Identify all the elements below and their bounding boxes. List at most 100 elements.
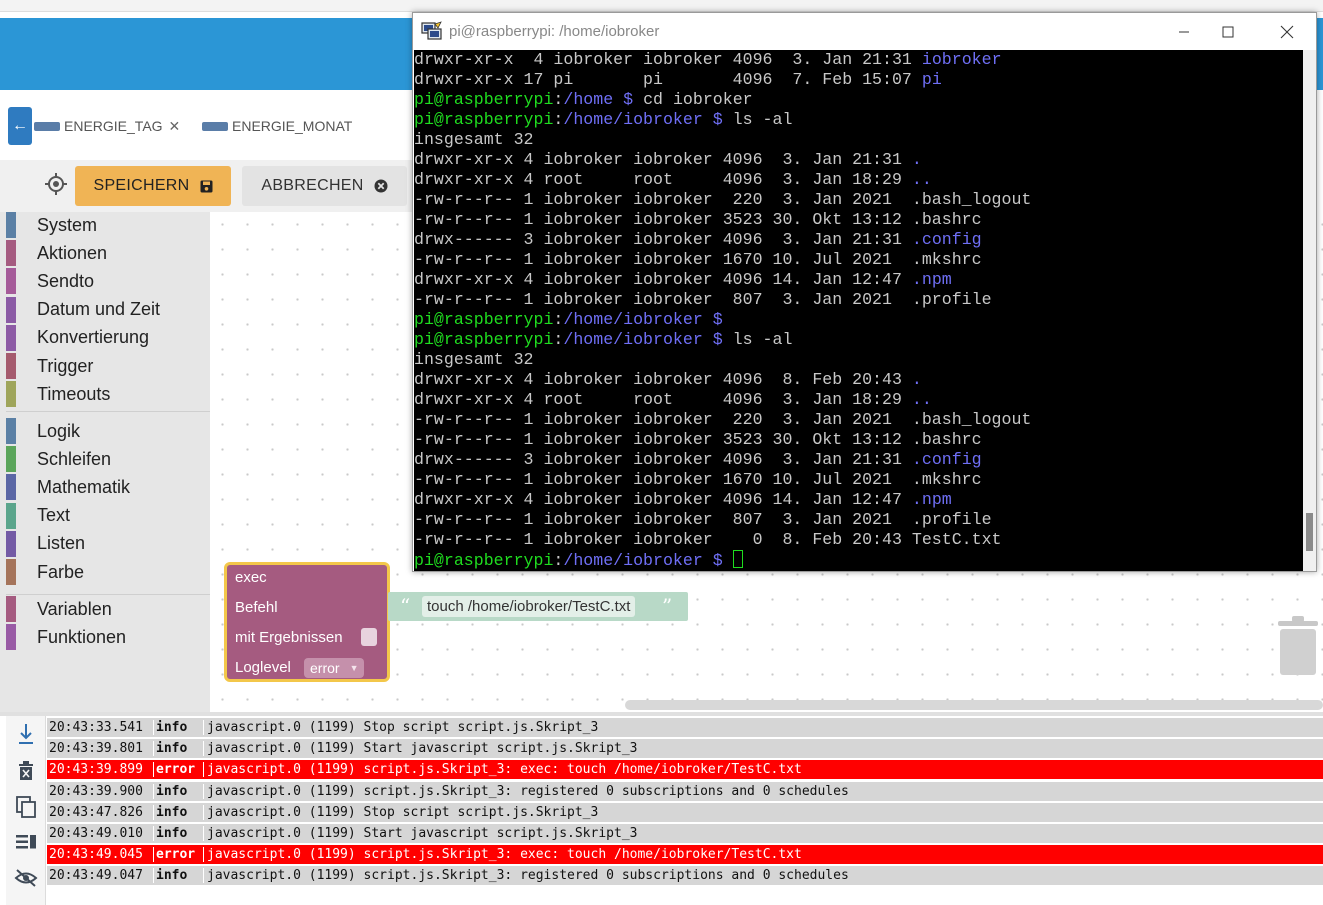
log-level: info bbox=[153, 783, 203, 799]
category-sendto[interactable]: Sendto bbox=[6, 268, 95, 295]
exec-block[interactable]: exec Befehl mit Ergebnissen Loglevel err… bbox=[224, 562, 390, 682]
category-label: Listen bbox=[37, 533, 86, 554]
terminal-line: drwx------ 3 iobroker iobroker 4096 3. J… bbox=[414, 230, 1031, 250]
category-timeouts[interactable]: Timeouts bbox=[6, 381, 110, 408]
category-label: Konvertierung bbox=[37, 327, 150, 348]
hide-icon[interactable] bbox=[12, 864, 40, 892]
terminal-text: : bbox=[553, 551, 564, 570]
log-message: javascript.0 (1199) script.js.Skript_3: … bbox=[203, 847, 1323, 863]
close-button[interactable] bbox=[1264, 19, 1310, 45]
terminal-line: drwxr-xr-x 4 iobroker iobroker 4096 3. J… bbox=[414, 150, 1031, 170]
category-label: Datum und Zeit bbox=[37, 299, 161, 320]
scroll-down-icon[interactable] bbox=[12, 720, 40, 748]
category-listen[interactable]: Listen bbox=[6, 530, 86, 557]
terminal-text: -rw-r--r-- 1 iobroker iobroker 220 3. Ja… bbox=[414, 190, 1032, 209]
category-label: Sendto bbox=[37, 270, 95, 291]
close-icon[interactable]: ✕ bbox=[169, 118, 181, 135]
clear-log-icon[interactable] bbox=[12, 757, 40, 785]
category-logik[interactable]: Logik bbox=[6, 418, 80, 444]
terminal-text: : bbox=[553, 110, 564, 129]
terminal-text: .npm bbox=[911, 490, 952, 509]
terminal-titlebar[interactable]: pi@raspberrypi: /home/iobroker bbox=[413, 13, 1316, 50]
terminal-text: drwxr-xr-x 4 iobroker iobroker 4096 3. J… bbox=[414, 50, 922, 69]
save-button[interactable]: SPEICHERN bbox=[75, 166, 231, 206]
terminal-text: iobroker bbox=[921, 50, 1002, 69]
terminal-text: pi@raspberrypi bbox=[414, 310, 554, 329]
category-color-swatch bbox=[6, 559, 16, 585]
toggle-details-icon[interactable] bbox=[12, 828, 40, 856]
minimize-button[interactable] bbox=[1161, 19, 1207, 45]
log-row: 20:43:49.045 error javascript.0 (1199) scr… bbox=[47, 845, 1323, 865]
terminal-line: insgesamt 32 bbox=[414, 350, 1031, 370]
category-schleifen[interactable]: Schleifen bbox=[6, 446, 111, 473]
loglevel-value: error bbox=[310, 660, 340, 676]
terminal-title: pi@raspberrypi: /home/iobroker bbox=[449, 23, 660, 40]
terminal-window[interactable]: pi@raspberrypi: /home/iobroker drwxr-xr-… bbox=[412, 12, 1317, 572]
terminal-output[interactable]: drwxr-xr-x 4 iobroker iobroker 4096 3. J… bbox=[414, 50, 1303, 571]
terminal-text: drwxr-xr-x 4 root root 4096 3. Jan 18:29 bbox=[414, 390, 912, 409]
category-aktionen[interactable]: Aktionen bbox=[6, 240, 107, 267]
terminal-text: pi@raspberrypi bbox=[414, 551, 554, 570]
category-konvertierung[interactable]: Konvertierung bbox=[6, 324, 150, 351]
category-color-swatch bbox=[6, 353, 16, 379]
log-level: info bbox=[153, 804, 203, 820]
category-label: Logik bbox=[37, 420, 81, 441]
close-circle-icon bbox=[374, 179, 388, 193]
copy-icon[interactable] bbox=[12, 793, 40, 821]
category-color-swatch bbox=[6, 596, 16, 622]
back-button[interactable]: ← bbox=[8, 107, 32, 145]
command-label: Befehl bbox=[235, 599, 278, 616]
category-color-swatch bbox=[6, 530, 16, 557]
log-time: 20:43:33.541 bbox=[49, 720, 143, 735]
terminal-text: .. bbox=[911, 390, 932, 409]
category-color-swatch bbox=[6, 268, 16, 295]
terminal-text: drwxr-xr-x 17 pi pi 4096 7. Feb 15:07 bbox=[414, 70, 922, 89]
log-time: 20:43:39.899 bbox=[49, 762, 143, 778]
category-text[interactable]: Text bbox=[6, 502, 70, 529]
command-text-field[interactable]: touch /home/iobroker/TestC.txt bbox=[422, 596, 636, 617]
text-block[interactable]: “ touch /home/iobroker/TestC.txt ” bbox=[388, 592, 688, 621]
terminal-line: -rw-r--r-- 1 iobroker iobroker 3523 30. … bbox=[414, 210, 1031, 230]
results-checkbox[interactable] bbox=[361, 628, 377, 646]
terminal-text: /home/iobroker $ bbox=[563, 310, 723, 329]
log-row: 20:43:49.010 info javascript.0 (1199) Star… bbox=[47, 824, 1323, 843]
terminal-text: -rw-r--r-- 1 iobroker iobroker 3523 30. … bbox=[414, 210, 982, 229]
loglevel-dropdown[interactable]: error ▼ bbox=[304, 658, 365, 678]
terminal-text: . bbox=[911, 370, 922, 389]
maximize-button[interactable] bbox=[1205, 19, 1251, 45]
log-time: 20:43:47.826 bbox=[49, 804, 143, 820]
category-funktionen[interactable]: Funktionen bbox=[6, 624, 126, 651]
terminal-text: drwxr-xr-x 4 root root 4096 3. Jan 18:29 bbox=[414, 170, 912, 189]
terminal-lines: drwxr-xr-x 4 iobroker iobroker 4096 3. J… bbox=[414, 50, 1031, 571]
trash-can-icon[interactable] bbox=[1276, 615, 1320, 677]
workspace-horizontal-scrollbar[interactable] bbox=[625, 700, 1323, 710]
log-message: javascript.0 (1199) script.js.Skript_3: … bbox=[203, 868, 1323, 884]
tab-energie-tag[interactable]: ENERGIE_TAG ✕ bbox=[34, 116, 180, 136]
category-variablen[interactable]: Variablen bbox=[6, 596, 112, 622]
terminal-scrollbar-thumb[interactable] bbox=[1306, 513, 1313, 551]
category-farbe[interactable]: Farbe bbox=[6, 559, 84, 585]
log-row: 20:43:49.047 info javascript.0 (1199) scri… bbox=[47, 866, 1323, 886]
category-trigger[interactable]: Trigger bbox=[6, 353, 93, 379]
crosshair-icon[interactable] bbox=[44, 172, 68, 196]
terminal-scrollbar[interactable] bbox=[1303, 50, 1316, 571]
cancel-button[interactable]: ABBRECHEN bbox=[242, 166, 407, 206]
category-separator bbox=[6, 594, 210, 595]
category-mathematik[interactable]: Mathematik bbox=[6, 474, 130, 501]
terminal-text: drwx------ 3 iobroker iobroker 4096 3. J… bbox=[414, 230, 912, 249]
open-quote-icon: “ bbox=[400, 594, 411, 618]
category-color-swatch bbox=[6, 624, 16, 651]
category-datum-und-zeit[interactable]: Datum und Zeit bbox=[6, 296, 161, 323]
tab-energie-monat[interactable]: ENERGIE_MONAT bbox=[202, 116, 352, 136]
terminal-text: drwxr-xr-x 4 iobroker iobroker 4096 8. F… bbox=[414, 370, 912, 389]
terminal-text: pi@raspberrypi bbox=[414, 90, 554, 109]
terminal-line: pi@raspberrypi:/home/iobroker $ bbox=[414, 550, 1031, 571]
terminal-line: pi@raspberrypi:/home/iobroker $ ls -al bbox=[414, 330, 1031, 350]
terminal-line: drwxr-xr-x 4 iobroker iobroker 4096 14. … bbox=[414, 490, 1031, 510]
terminal-text: -rw-r--r-- 1 iobroker iobroker 220 3. Ja… bbox=[414, 410, 1032, 429]
terminal-line: drwxr-xr-x 4 iobroker iobroker 4096 8. F… bbox=[414, 370, 1031, 390]
log-level: info bbox=[153, 720, 203, 735]
category-system[interactable]: System bbox=[6, 212, 97, 238]
maximize-icon bbox=[1222, 26, 1234, 38]
